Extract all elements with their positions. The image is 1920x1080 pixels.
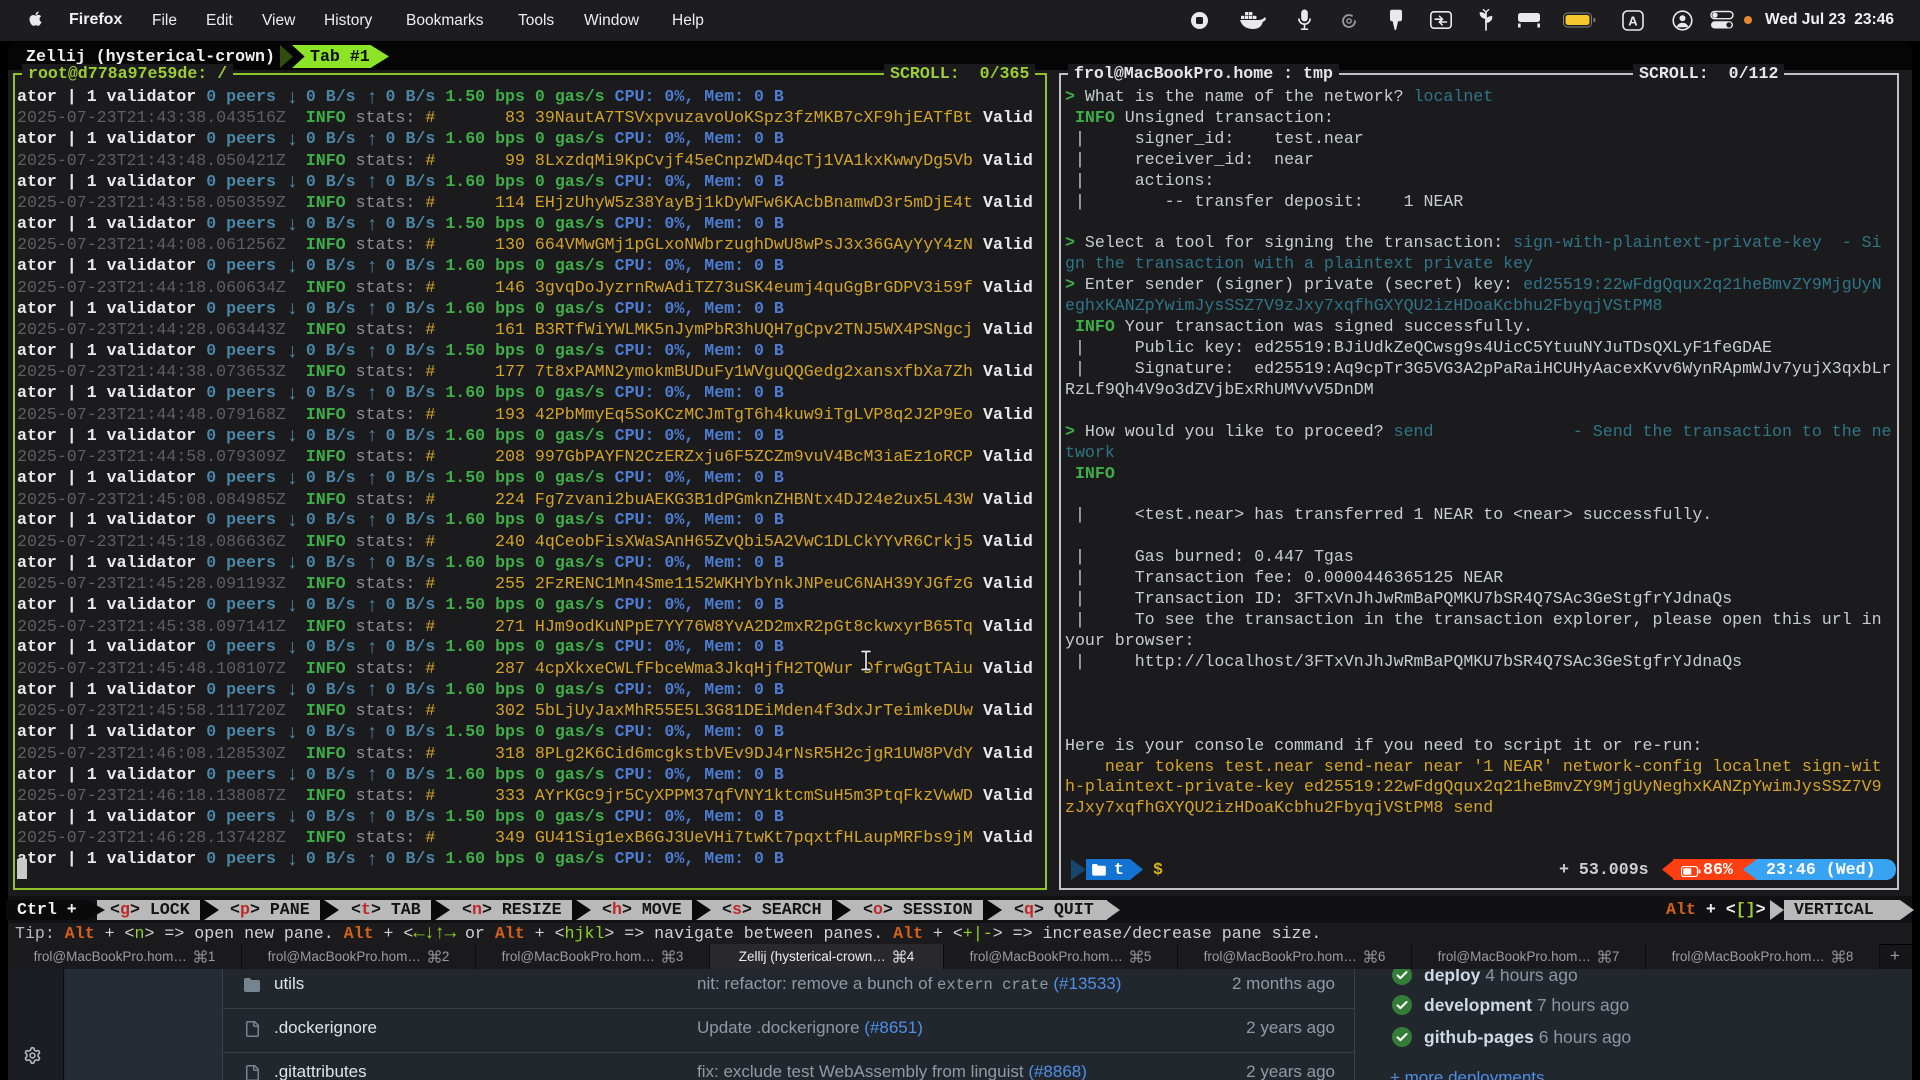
- svg-text:A: A: [1628, 13, 1638, 28]
